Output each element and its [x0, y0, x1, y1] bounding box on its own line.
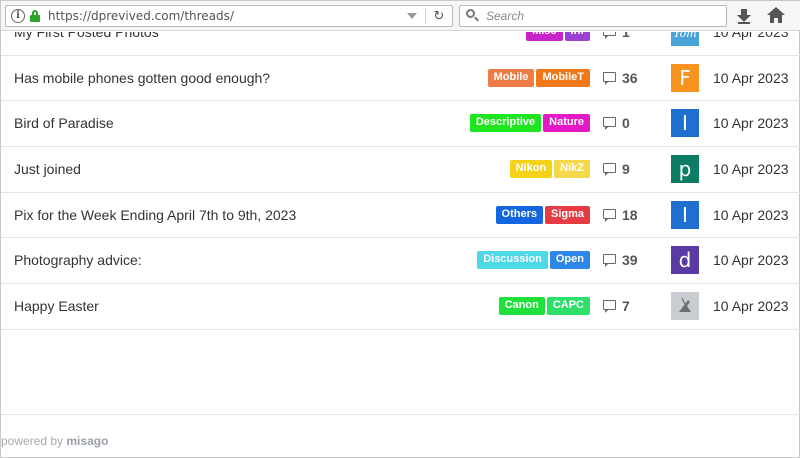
comment-icon	[603, 32, 616, 39]
reply-count-container: 36	[603, 70, 638, 86]
thread-label-badge[interactable]: MobileT	[536, 68, 590, 87]
thread-row[interactable]: Happy Easter Canon CAPC 7 10 Apr 2023	[1, 284, 800, 330]
reply-count: 36	[622, 69, 638, 86]
comment-icon	[603, 208, 616, 222]
thread-label-badge[interactable]: Sigma	[544, 205, 590, 224]
info-icon[interactable]: i	[11, 9, 25, 23]
avatar[interactable]: I	[671, 200, 699, 229]
avatar[interactable]: p	[671, 155, 699, 184]
comment-icon	[603, 300, 616, 314]
avatar[interactable]: d	[671, 246, 699, 275]
home-icon[interactable]	[767, 7, 785, 25]
thread-date[interactable]: 10 Apr 2023	[713, 298, 789, 314]
reply-count: 1	[622, 32, 630, 40]
thread-labels: Mobile MobileT	[487, 68, 590, 87]
thread-date[interactable]: 10 Apr 2023	[713, 161, 789, 177]
reply-count-container: 7	[603, 298, 630, 314]
thread-label-badge[interactable]: Open	[549, 251, 590, 270]
reply-count: 9	[622, 161, 630, 178]
avatar[interactable]	[671, 292, 699, 321]
thread-label-badge[interactable]: Others	[495, 205, 543, 224]
address-bar[interactable]: i https://dprevived.com/threads/ ↻	[5, 5, 453, 27]
thread-title-link[interactable]: Photography advice:	[14, 252, 142, 268]
chevron-down-icon[interactable]	[407, 13, 417, 19]
thread-date[interactable]: 10 Apr 2023	[713, 115, 789, 131]
reply-count: 39	[622, 252, 638, 269]
search-bar[interactable]	[459, 5, 727, 27]
browser-toolbar: i https://dprevived.com/threads/ ↻	[1, 1, 800, 31]
thread-row[interactable]: Just joined Nikon NikZ 9 p 10 Apr 2023	[1, 147, 800, 193]
reload-icon[interactable]: ↻	[432, 9, 446, 23]
thread-labels: Others Sigma	[495, 205, 590, 224]
reply-count-container: 39	[603, 252, 638, 268]
thread-label-badge[interactable]: Nature	[543, 114, 590, 133]
thread-title-link[interactable]: Happy Easter	[14, 298, 99, 314]
avatar[interactable]: Yom	[671, 32, 699, 46]
url-text[interactable]: https://dprevived.com/threads/	[48, 9, 407, 23]
reply-count-container: 9	[603, 161, 630, 177]
reply-count-container: 0	[603, 115, 630, 131]
thread-label-badge[interactable]: Canon	[498, 297, 545, 316]
thread-labels: Canon CAPC	[498, 297, 590, 316]
footer-brand-link[interactable]: misago	[66, 434, 108, 448]
thread-label-badge[interactable]: Discussion	[477, 251, 548, 270]
thread-label-badge[interactable]: NikZ	[554, 160, 590, 179]
thread-label-badge[interactable]: Mobile	[487, 68, 535, 87]
thread-title-link[interactable]: Has mobile phones gotten good enough?	[14, 70, 270, 86]
thread-labels: MiscInf	[526, 32, 590, 41]
footer-divider	[1, 414, 800, 415]
thread-labels: Discussion Open	[477, 251, 590, 270]
thread-title-link[interactable]: Bird of Paradise	[14, 115, 114, 131]
thread-date[interactable]: 10 Apr 2023	[713, 32, 789, 40]
thread-row[interactable]: Has mobile phones gotten good enough? Mob…	[1, 56, 800, 102]
lock-icon[interactable]	[30, 10, 40, 22]
thread-label-badge[interactable]: Inf	[564, 32, 590, 41]
thread-row[interactable]: Bird of Paradise Descriptive Nature 0 I 10 Ap…	[1, 101, 800, 148]
download-icon[interactable]	[736, 8, 752, 24]
url-separator	[425, 8, 426, 24]
search-input[interactable]	[486, 9, 716, 23]
thread-labels: Nikon NikZ	[509, 160, 590, 179]
thread-title-link[interactable]: Just joined	[14, 161, 81, 177]
thread-date[interactable]: 10 Apr 2023	[713, 70, 789, 86]
thread-list: My First Posted Photos MiscInf 1 Yom 10 Apr …	[1, 32, 800, 330]
comment-icon	[603, 71, 616, 85]
browser-window: i https://dprevived.com/threads/ ↻ My Fi…	[0, 0, 800, 458]
thread-row[interactable]: Pix for the Week Ending April 7th to 9th…	[1, 193, 800, 239]
comment-icon	[603, 117, 616, 131]
reply-count-container: 18	[603, 207, 638, 223]
thread-row[interactable]: Photography advice: Discussion Open 39 d 10 A…	[1, 238, 800, 285]
thread-label-badge[interactable]: CAPC	[546, 297, 590, 316]
thread-label-badge[interactable]: Misc	[526, 32, 563, 41]
comment-icon	[603, 163, 616, 177]
thread-label-badge[interactable]: Nikon	[509, 160, 553, 179]
search-icon	[466, 9, 480, 23]
footer: powered by misago	[1, 434, 108, 448]
reply-count: 0	[622, 115, 630, 132]
footer-prefix: powered by	[1, 434, 64, 448]
thread-labels: Descriptive Nature	[469, 114, 590, 133]
avatar[interactable]: I	[671, 109, 699, 138]
page-content: My First Posted Photos MiscInf 1 Yom 10 Apr …	[1, 32, 800, 458]
thread-date[interactable]: 10 Apr 2023	[713, 207, 789, 223]
comment-icon	[603, 254, 616, 268]
thread-date[interactable]: 10 Apr 2023	[713, 252, 789, 268]
thread-title-link[interactable]: Pix for the Week Ending April 7th to 9th…	[14, 207, 296, 223]
reply-count-container: 1	[603, 32, 630, 40]
reply-count: 7	[622, 298, 630, 315]
thread-title-link[interactable]: My First Posted Photos	[14, 32, 159, 40]
thread-label-badge[interactable]: Descriptive	[469, 114, 542, 133]
reply-count: 18	[622, 206, 638, 223]
thread-row[interactable]: My First Posted Photos MiscInf 1 Yom 10 Apr …	[1, 32, 800, 56]
svg-text:Yom: Yom	[673, 32, 696, 40]
avatar[interactable]: F	[671, 63, 699, 92]
